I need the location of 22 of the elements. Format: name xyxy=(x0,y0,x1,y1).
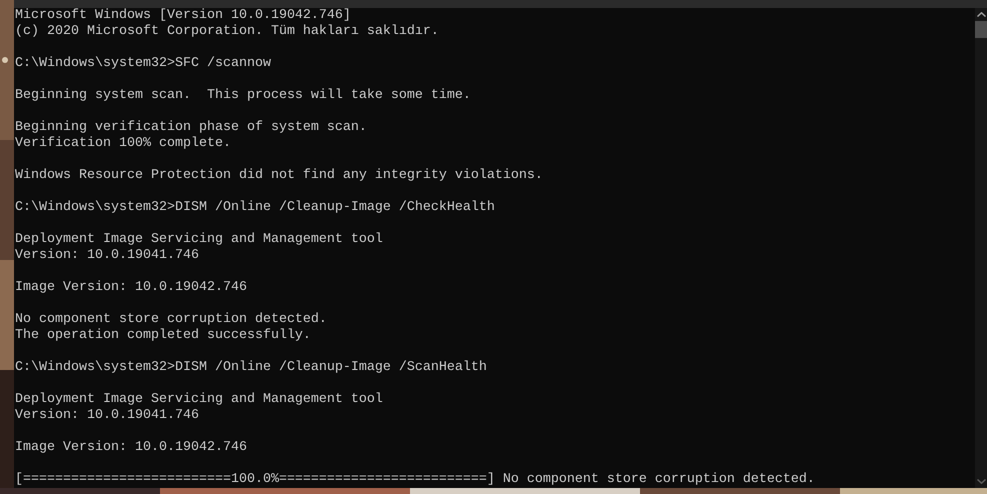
console-line: (c) 2020 Microsoft Corporation. Tüm hakları saklıdır. xyxy=(15,24,439,40)
scrollbar[interactable] xyxy=(975,8,987,488)
scroll-up-icon[interactable] xyxy=(976,12,986,17)
console-line: Beginning system scan. This process will take some time. xyxy=(15,88,471,104)
console-line: Beginning verification phase of system scan. xyxy=(15,120,367,136)
console-line: C:\Windows\system32>DISM /Online /Cleanup-Image /CheckHealth xyxy=(15,200,495,216)
console-line: Microsoft Windows [Version 10.0.19042.746] xyxy=(15,8,351,24)
console-line: Version: 10.0.19041.746 xyxy=(15,408,199,424)
console-line: Deployment Image Servicing and Management tool xyxy=(15,232,383,248)
console-line: Verification 100% complete. xyxy=(15,136,231,152)
console-line: Image Version: 10.0.19042.746 xyxy=(15,280,247,296)
console-line: No component store corruption detected. xyxy=(15,312,327,328)
console-line: The operation completed successfully. xyxy=(15,328,311,344)
console-line: Version: 10.0.19041.746 xyxy=(15,248,199,264)
console-line: Windows Resource Protection did not find any integrity violations. xyxy=(15,168,543,184)
scroll-down-icon[interactable] xyxy=(976,479,986,484)
console-line: C:\Windows\system32>DISM /Online /Cleanup-Image /ScanHealth xyxy=(15,360,487,376)
console-line: C:\Windows\system32>SFC /scannow xyxy=(15,56,271,72)
scrollbar-thumb[interactable] xyxy=(975,21,987,38)
console-line: Deployment Image Servicing and Management tool xyxy=(15,392,383,408)
console-line: Image Version: 10.0.19042.746 xyxy=(15,440,247,456)
console-line: [==========================100.0%==========================] No component store corruption detected. xyxy=(15,472,815,488)
